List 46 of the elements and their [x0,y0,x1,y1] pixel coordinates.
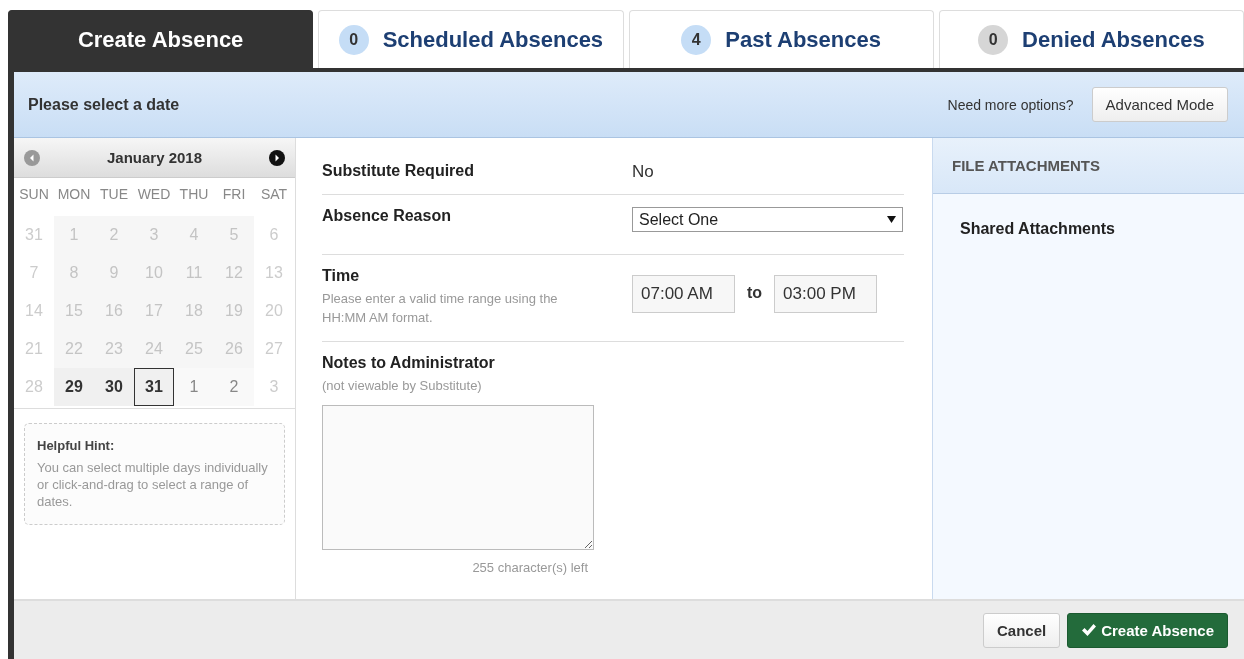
character-counter: 255 character(s) left [471,560,588,575]
field-label: Absence Reason [322,207,452,225]
previous-month-icon[interactable] [24,149,40,166]
calendar-day[interactable]: 29 [54,368,94,406]
end-time-field[interactable]: 03:00 PM [774,275,878,313]
count-badge: 0 [338,24,369,55]
weekday-label: MON [56,185,92,204]
weekday-label: FRI [221,185,247,204]
weekday-label: SUN [18,185,50,204]
attachments-header: FILE ATTACHMENTS [933,138,1244,194]
calendar-day[interactable]: 1 [174,368,214,406]
help-text: Please enter a valid time range using the HH:MM AM format. [322,290,559,327]
count-badge: 4 [681,24,712,55]
calendar-day[interactable]: 30 [94,368,134,406]
field-value: No [632,162,654,182]
checkmark-icon [1081,623,1098,637]
reason-dropdown[interactable]: Select One [632,207,903,232]
weekday-label: WED [136,185,172,204]
calendar-day[interactable]: 2 [214,368,254,406]
tab[interactable]: 4 Past Absences [628,10,934,68]
caret-icon [887,216,896,223]
weekday-label: SAT [259,185,289,204]
tab[interactable]: Create Absence [8,10,314,68]
weekday-label: THU [178,185,210,204]
field-label: Time [322,267,361,285]
separator-text: to [747,283,763,302]
options-prompt: Need more options? [947,96,1074,113]
help-text: (not viewable by Substitute) [322,377,483,395]
calendar-day[interactable]: 31 [134,368,174,406]
hint-title: Helpful Hint: [37,438,116,453]
start-time-field[interactable]: 07:00 AM [632,275,735,313]
hint-text: You can select multiple days individually or click-and-drag to select a range of dates. [37,459,269,510]
weekday-label: TUE [99,185,129,204]
field-label: Notes to Administrator [322,354,496,372]
tab[interactable]: 0 Scheduled Absences [318,10,624,68]
cancel-button[interactable]: Cancel [982,612,1061,648]
section-title: Shared Attachments [959,219,1116,239]
header-title: Please select a date [28,95,181,114]
advanced-mode-button[interactable]: Advanced Mode [1091,87,1228,122]
create-absence-button[interactable]: Create Absence [1067,612,1228,648]
count-badge: 0 [978,24,1009,55]
next-month-icon[interactable] [269,149,285,166]
tab[interactable]: 0 Denied Absences [938,10,1244,68]
month-title: January 2018 [106,149,203,166]
notes-field[interactable] [322,405,594,550]
field-label: Substitute Required [322,162,475,180]
